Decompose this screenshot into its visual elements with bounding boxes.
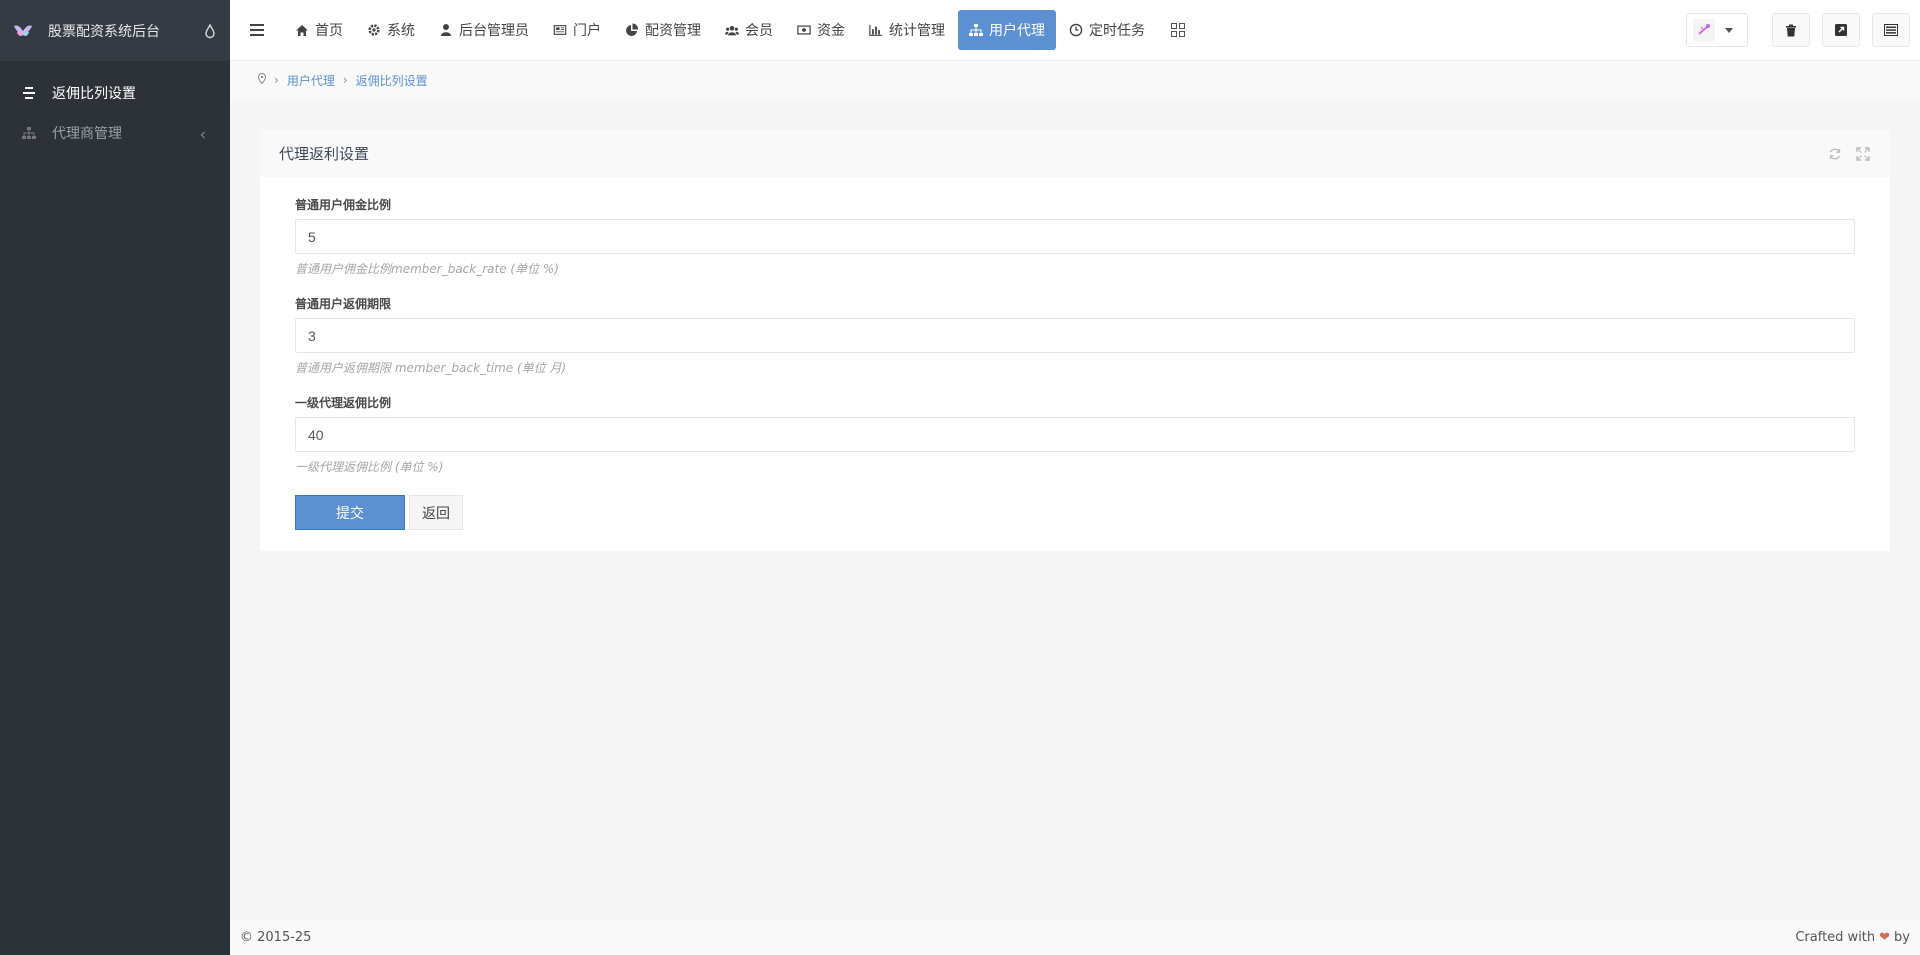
sitemap-icon: [22, 126, 36, 140]
external-link-icon: [1835, 24, 1847, 36]
open-site-button[interactable]: [1822, 13, 1860, 47]
avatar: [1693, 19, 1715, 41]
field-group-member-back-rate: 普通用户佣金比例 普通用户佣金比例member_back_rate (单位 %): [295, 197, 1855, 277]
list-icon: [22, 86, 36, 100]
member-back-rate-input[interactable]: [295, 219, 1855, 254]
nav-item-home[interactable]: 首页: [284, 10, 354, 50]
sidebar-item-label: 返佣比列设置: [52, 86, 136, 102]
member-back-time-input[interactable]: [295, 318, 1855, 353]
logo-icon: [12, 22, 34, 40]
breadcrumb: › 用户代理 › 返佣比列设置: [230, 61, 1920, 99]
nav-item-system[interactable]: 系统: [356, 10, 426, 50]
sidebar: 股票配资系统后台 返佣比列设置 代理商管理: [0, 0, 230, 955]
breadcrumb-separator-icon: ›: [274, 73, 279, 87]
money-icon: [797, 23, 811, 37]
nav-item-statistics[interactable]: 统计管理: [858, 10, 956, 50]
grid-icon: [1171, 23, 1185, 37]
menu-toggle-button[interactable]: [230, 0, 284, 61]
nav-item-label: 统计管理: [889, 23, 945, 39]
nav-item-label: 后台管理员: [459, 23, 529, 39]
hamburger-icon: [250, 24, 264, 36]
nav-item-user-agent[interactable]: 用户代理: [958, 10, 1056, 50]
panel-header: 代理返利设置: [260, 130, 1890, 177]
footer: © 2015-25 Crafted with ❤ by: [230, 920, 1920, 955]
field-label: 普通用户佣金比例: [295, 198, 392, 212]
top-navbar: 首页 系统 后台管理员 门户 配资管理 会员 资金 统计管理 用户代理 定时任务: [230, 0, 1920, 61]
user-icon: [439, 23, 453, 37]
nav-item-label: 用户代理: [989, 23, 1045, 39]
sidebar-item-label: 代理商管理: [52, 126, 122, 142]
chevron-down-icon: [1725, 27, 1733, 33]
bar-chart-icon: [869, 23, 883, 37]
field-group-agent-back-rate: 一级代理返佣比例 一级代理返佣比例 (单位 %): [295, 395, 1855, 475]
back-button[interactable]: 返回: [409, 495, 463, 530]
nav-item-label: 首页: [315, 23, 343, 39]
nav-item-label: 资金: [817, 23, 845, 39]
sidebar-item-rebate-settings[interactable]: 返佣比列设置: [0, 73, 230, 113]
breadcrumb-link-rebate-settings[interactable]: 返佣比列设置: [356, 72, 428, 89]
nav-item-financing[interactable]: 配资管理: [614, 10, 712, 50]
agent-back-rate-input[interactable]: [295, 417, 1855, 452]
nav-item-label: 定时任务: [1089, 23, 1145, 39]
field-help: 一级代理返佣比例 (单位 %): [295, 460, 444, 474]
field-help: 普通用户佣金比例member_back_rate (单位 %): [295, 262, 559, 276]
brand-title: 股票配资系统后台: [48, 23, 160, 40]
nav-item-label: 会员: [745, 23, 773, 39]
fullscreen-icon[interactable]: [1855, 146, 1871, 162]
side-overlay-toggle-button[interactable]: [1872, 13, 1910, 47]
sidebar-header: 股票配资系统后台: [0, 0, 230, 61]
theme-drop-icon[interactable]: [202, 22, 218, 40]
apps-grid-button[interactable]: [1158, 10, 1198, 50]
side-nav: 返佣比列设置 代理商管理: [0, 61, 230, 153]
pie-chart-icon: [625, 23, 639, 37]
rebate-settings-panel: 代理返利设置 普通用户佣金比例 普通用户佣金比例member_back_rate…: [260, 130, 1890, 551]
nav-item-label: 系统: [387, 23, 415, 39]
submit-button[interactable]: 提交: [295, 495, 405, 530]
chevron-left-icon: [198, 128, 208, 139]
footer-crafted-suffix: by: [1894, 930, 1910, 945]
heart-icon: ❤: [1879, 930, 1891, 945]
breadcrumb-link-user-agent[interactable]: 用户代理: [287, 72, 335, 89]
top-right-tools: [1686, 13, 1910, 47]
panel-body: 普通用户佣金比例 普通用户佣金比例member_back_rate (单位 %)…: [260, 197, 1890, 530]
nav-item-admins[interactable]: 后台管理员: [428, 10, 540, 50]
map-marker-icon: [257, 72, 267, 87]
clock-icon: [1069, 23, 1083, 37]
field-group-member-back-time: 普通用户返佣期限 普通用户返佣期限 member_back_time (单位 月…: [295, 296, 1855, 376]
breadcrumb-separator-icon: ›: [342, 73, 348, 87]
nav-item-label: 门户: [573, 23, 601, 39]
field-help: 普通用户返佣期限 member_back_time (单位 月): [295, 361, 567, 375]
nav-item-funds[interactable]: 资金: [786, 10, 856, 50]
users-icon: [725, 23, 739, 37]
nav-item-scheduled-tasks[interactable]: 定时任务: [1058, 10, 1156, 50]
trash-icon: [1786, 24, 1796, 36]
nav-item-members[interactable]: 会员: [714, 10, 784, 50]
footer-copyright: © 2015-25: [240, 930, 312, 945]
nav-item-label: 配资管理: [645, 23, 701, 39]
sidebar-item-agent-management[interactable]: 代理商管理: [0, 113, 230, 153]
user-dropdown[interactable]: [1686, 13, 1748, 47]
gear-icon: [367, 23, 381, 37]
footer-crafted-prefix: Crafted with: [1795, 930, 1876, 945]
clear-cache-button[interactable]: [1772, 13, 1810, 47]
panel-title: 代理返利设置: [279, 145, 370, 163]
footer-credit: Crafted with ❤ by: [1795, 930, 1910, 945]
form-actions: 提交 返回: [295, 495, 1855, 530]
nav-item-portal[interactable]: 门户: [542, 10, 612, 50]
field-label: 一级代理返佣比例: [295, 396, 392, 410]
sitemap-icon: [969, 23, 983, 37]
refresh-icon[interactable]: [1827, 146, 1843, 162]
home-icon: [295, 23, 309, 37]
tasks-icon: [1884, 24, 1898, 36]
newspaper-icon: [553, 23, 567, 37]
field-label: 普通用户返佣期限: [295, 297, 392, 311]
